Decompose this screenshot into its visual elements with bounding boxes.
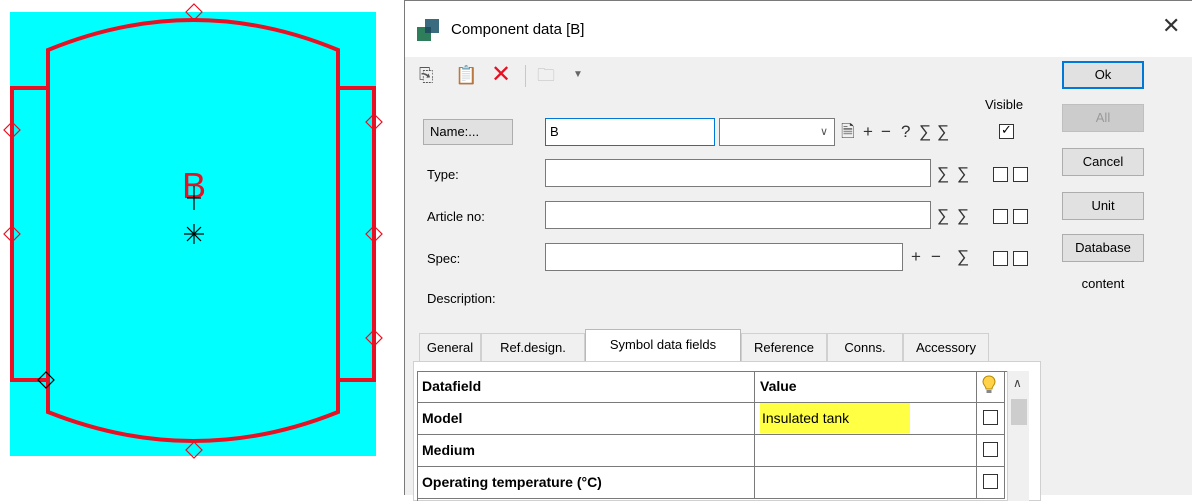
article-checkbox-1[interactable] (993, 209, 1008, 224)
chevron-down-icon[interactable]: ∨ (820, 125, 828, 138)
tab-conns[interactable]: Conns. (827, 333, 903, 361)
folder-icon[interactable]: 🗀 (537, 63, 555, 87)
all-button[interactable]: All (1062, 104, 1144, 132)
table-row[interactable]: Operating temperature (°C) (417, 467, 1005, 499)
tab-accessory[interactable]: Accessory (903, 333, 989, 361)
column-header-value[interactable]: Value (755, 371, 977, 403)
name-button[interactable]: Name:... (423, 119, 513, 145)
name-select[interactable]: ∨ (719, 118, 835, 146)
delete-icon[interactable]: ✕ (491, 63, 511, 87)
chevron-down-icon[interactable]: ▼ (573, 63, 583, 87)
description-label: Description: (427, 291, 496, 306)
database-button[interactable]: Database (1062, 234, 1144, 262)
type-input[interactable] (545, 159, 931, 187)
unit-button[interactable]: Unit (1062, 192, 1144, 220)
row-check-cell (977, 467, 1005, 499)
sum-icon[interactable]: ∑ (919, 122, 931, 142)
cancel-button[interactable]: Cancel (1062, 148, 1144, 176)
column-header-datafield[interactable]: Datafield (417, 371, 755, 403)
copy-icon[interactable]: ⎘ (419, 63, 433, 87)
scroll-up-icon[interactable]: ∧ (1013, 376, 1022, 390)
ok-button[interactable]: Ok (1062, 61, 1144, 89)
datafield-cell: Operating temperature (°C) (417, 467, 755, 499)
dialog-title: Component data [B] (451, 21, 585, 38)
spec-label: Spec: (427, 251, 461, 266)
type-label: Type: (427, 167, 459, 182)
type-checkbox-2[interactable] (1013, 167, 1028, 182)
name-input[interactable]: B (545, 118, 715, 146)
paste-icon[interactable]: 📋 (455, 63, 477, 87)
document-icon[interactable]: 🗎 (841, 122, 855, 142)
visible-label: Visible (985, 97, 1024, 112)
datafield-cell: Model (417, 403, 755, 435)
sum-check-icon[interactable]: ∑ (957, 206, 969, 226)
visible-checkbox[interactable] (999, 122, 1014, 139)
close-icon[interactable]: ✕ (1162, 15, 1180, 37)
row-check-cell (977, 435, 1005, 467)
article-label: Article no: (427, 209, 485, 224)
row-checkbox[interactable] (983, 410, 998, 425)
value-cell[interactable] (755, 435, 977, 467)
tab-ref-design[interactable]: Ref.design. (481, 333, 585, 361)
table-row[interactable]: Model Insulated tank (417, 403, 1005, 435)
tab-general[interactable]: General (419, 333, 481, 361)
spec-checkbox-2[interactable] (1013, 251, 1028, 266)
type-checkbox-1[interactable] (993, 167, 1008, 182)
spec-checkbox-1[interactable] (993, 251, 1008, 266)
grid-header-row: Datafield Value (417, 371, 1005, 403)
scroll-thumb[interactable] (1011, 399, 1027, 425)
tab-reference[interactable]: Reference (741, 333, 827, 361)
spec-input[interactable] (545, 243, 903, 271)
question-icon[interactable]: ? (901, 122, 910, 142)
value-cell[interactable]: Insulated tank (755, 403, 977, 435)
row-check-cell (977, 403, 1005, 435)
center-asterisk-icon (184, 224, 204, 244)
title-bar[interactable]: Component data [B] ✕ (405, 1, 1192, 57)
tank-symbol[interactable]: B (0, 0, 400, 495)
minus-icon[interactable]: − (931, 247, 941, 267)
lightbulb-icon (982, 375, 996, 393)
drawing-canvas[interactable]: B (0, 0, 400, 495)
value-text: Insulated tank (760, 403, 910, 433)
value-cell[interactable] (755, 467, 977, 499)
toolbar-separator (525, 65, 526, 87)
plus-icon[interactable]: + (911, 247, 921, 267)
sum-icon[interactable]: ∑ (937, 164, 949, 184)
sum-check-icon[interactable]: ∑ (957, 164, 969, 184)
grid-scrollbar[interactable]: ∧ (1007, 371, 1029, 501)
column-header-hint (977, 371, 1005, 403)
sum-icon[interactable]: ∑ (957, 247, 969, 267)
article-checkbox-2[interactable] (1013, 209, 1028, 224)
component-data-dialog: Component data [B] ✕ ⎘ 📋 ✕ 🗀 ▼ Ok All Ca… (404, 0, 1192, 501)
row-checkbox[interactable] (983, 474, 998, 489)
plus-icon[interactable]: + (863, 122, 873, 142)
sum-check-icon[interactable]: ∑ (937, 122, 949, 142)
row-checkbox[interactable] (983, 442, 998, 457)
article-input[interactable] (545, 201, 931, 229)
tab-symbol-data-fields[interactable]: Symbol data fields (585, 329, 741, 361)
app-icon (417, 19, 439, 41)
table-row[interactable]: Medium (417, 435, 1005, 467)
datafield-cell: Medium (417, 435, 755, 467)
database-content-label: content (1081, 276, 1125, 291)
sum-icon[interactable]: ∑ (937, 206, 949, 226)
minus-icon[interactable]: − (881, 122, 891, 142)
